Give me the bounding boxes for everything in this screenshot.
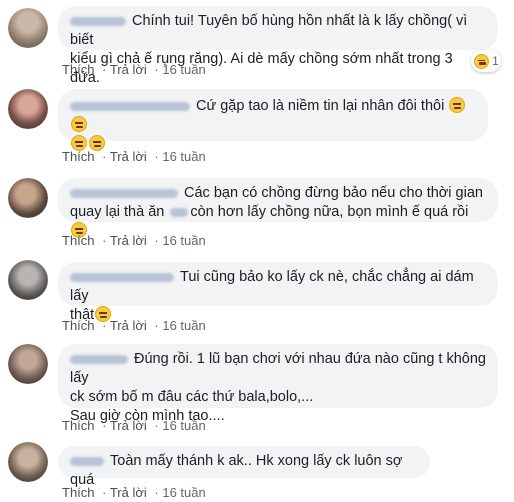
avatar[interactable] <box>8 442 48 482</box>
avatar[interactable] <box>8 260 48 300</box>
avatar[interactable] <box>8 178 48 218</box>
comment-actions: Thích · Trả lời · 16 tuần <box>62 418 206 433</box>
like-link[interactable]: Thích <box>62 233 95 248</box>
author-name-blurred[interactable] <box>70 456 104 466</box>
comment-feed: Chính tui! Tuyên bố hùng hồn nhất là k l… <box>0 0 514 502</box>
timestamp[interactable]: 16 tuần <box>162 233 205 248</box>
comment-text: Chính tui! Tuyên bố hùng hồn nhất là k l… <box>70 13 472 48</box>
comment-text: Đúng rồi. 1 lũ bạn chơi với nhau đứa nào… <box>70 351 491 386</box>
reaction-badge[interactable]: 1 <box>471 50 501 72</box>
author-name-blurred[interactable] <box>70 16 126 26</box>
comment-bubble: Cứ gặp tao là niềm tin lại nhân đôi thôi <box>58 89 488 151</box>
like-link[interactable]: Thích <box>62 149 95 164</box>
comment-actions: Thích · Trả lời · 16 tuần <box>62 62 206 77</box>
comment-bubble: Tui cũng bảo ko lấy ck nè, chắc chẳng ai… <box>58 262 498 323</box>
timestamp[interactable]: 16 tuần <box>162 149 205 164</box>
comment-text: Toàn mấy thánh k ak.. Hk xong lấy ck luô… <box>70 453 407 488</box>
comment-text: quay lại thà ăn <box>70 204 165 220</box>
timestamp[interactable]: 16 tuần <box>162 62 205 77</box>
blurred-word <box>170 207 189 217</box>
timestamp[interactable]: 16 tuần <box>162 318 205 333</box>
comment-actions: Thích · Trả lời · 16 tuần <box>62 233 206 248</box>
comment-bubble: Đúng rồi. 1 lũ bạn chơi với nhau đứa nào… <box>58 344 498 424</box>
comment-bubble: Chính tui! Tuyên bố hùng hồn nhất là k l… <box>58 6 498 86</box>
comment-text: ck sớm bố m đâu các thứ bala,bolo,... <box>70 389 314 405</box>
reaction-count: 1 <box>492 54 499 68</box>
reply-link[interactable]: Trả lời <box>110 318 147 333</box>
timestamp[interactable]: 16 tuần <box>162 418 205 433</box>
avatar[interactable] <box>8 8 48 48</box>
like-link[interactable]: Thích <box>62 418 95 433</box>
comment-text: còn hơn lấy chồng nữa, bọn mình ế quá rồ… <box>190 204 469 220</box>
comment-text: Các bạn có chồng đừng bảo nếu cho thời g… <box>184 185 483 201</box>
emoji-icon <box>71 116 87 132</box>
timestamp[interactable]: 16 tuần <box>162 485 205 500</box>
reply-link[interactable]: Trả lời <box>110 233 147 248</box>
reply-link[interactable]: Trả lời <box>110 485 147 500</box>
like-link[interactable]: Thích <box>62 485 95 500</box>
like-link[interactable]: Thích <box>62 62 95 77</box>
like-link[interactable]: Thích <box>62 318 95 333</box>
grin-reaction-icon <box>474 53 490 69</box>
avatar[interactable] <box>8 89 48 129</box>
author-name-blurred[interactable] <box>70 272 174 282</box>
author-name-blurred[interactable] <box>70 188 178 198</box>
author-name-blurred[interactable] <box>70 354 128 364</box>
comment-actions: Thích · Trả lời · 16 tuần <box>62 485 206 500</box>
avatar[interactable] <box>8 344 48 384</box>
comment-actions: Thích · Trả lời · 16 tuần <box>62 149 206 164</box>
emoji-icon <box>449 97 466 113</box>
reply-link[interactable]: Trả lời <box>110 62 147 77</box>
author-name-blurred[interactable] <box>70 101 190 111</box>
comment-bubble: Các bạn có chồng đừng bảo nếu cho thời g… <box>58 178 498 238</box>
reply-link[interactable]: Trả lời <box>110 149 147 164</box>
reply-link[interactable]: Trả lời <box>110 418 147 433</box>
comment-bubble: Toàn mấy thánh k ak.. Hk xong lấy ck luô… <box>58 446 430 488</box>
comment-actions: Thích · Trả lời · 16 tuần <box>62 318 206 333</box>
comment-text: Cứ gặp tao là niềm tin lại nhân đôi thôi <box>196 98 445 114</box>
